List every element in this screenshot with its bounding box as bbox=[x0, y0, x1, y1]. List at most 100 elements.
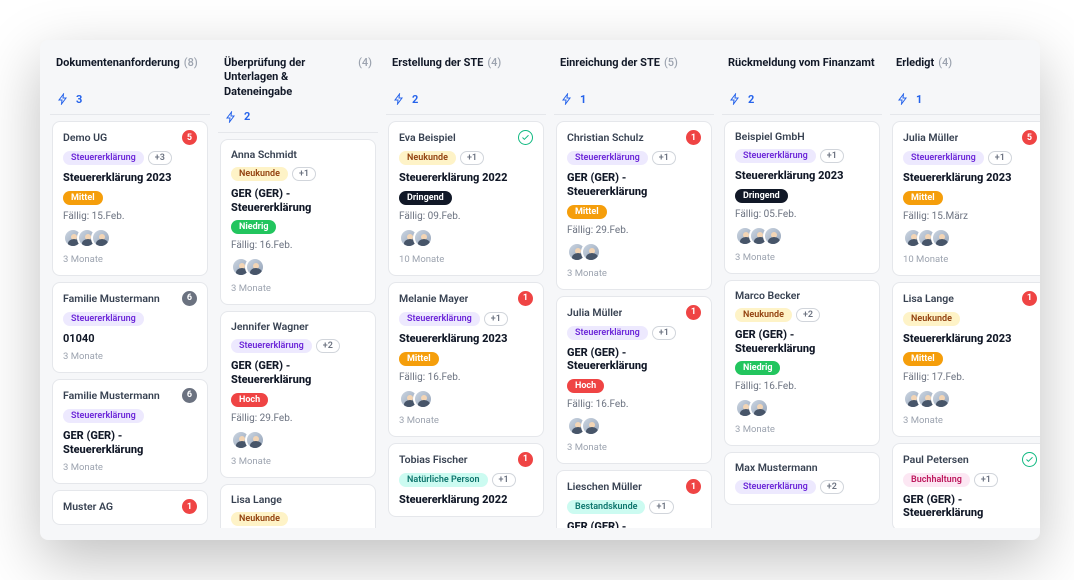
category-tag[interactable]: Steuererklärung bbox=[567, 151, 648, 165]
task-card[interactable]: Christian Schulz1Steuererklärung+1GER (G… bbox=[556, 121, 712, 290]
task-card[interactable]: Julia Müller1Steuererklärung+1GER (GER) … bbox=[556, 296, 712, 465]
tag-row: Steuererklärung +2 bbox=[231, 339, 365, 353]
more-tags-chip[interactable]: +1 bbox=[484, 312, 508, 326]
client-name: Beispiel GmbH bbox=[735, 130, 805, 143]
more-tags-chip[interactable]: +1 bbox=[652, 151, 676, 165]
avatar bbox=[245, 430, 265, 450]
card-header: Eva Beispiel bbox=[399, 130, 533, 145]
assignee-avatars[interactable] bbox=[735, 398, 869, 418]
column-title: Erstellung der STE bbox=[392, 56, 483, 70]
category-tag[interactable]: Natürliche Person bbox=[399, 473, 488, 487]
more-tags-chip[interactable]: +2 bbox=[796, 308, 820, 322]
category-tag[interactable]: Neukunde bbox=[231, 512, 288, 526]
count-badge: 1 bbox=[182, 499, 197, 514]
task-card[interactable]: Muster AG 1 bbox=[52, 490, 208, 525]
more-tags-chip[interactable]: +1 bbox=[292, 167, 316, 181]
more-tags-chip[interactable]: +3 bbox=[148, 151, 172, 165]
assignee-avatars[interactable] bbox=[63, 228, 197, 248]
column-filter-row[interactable]: 1 bbox=[554, 88, 714, 115]
assignee-avatars[interactable] bbox=[567, 416, 701, 436]
category-tag[interactable]: Neukunde bbox=[903, 312, 960, 326]
tag-row: Neukunde +2 bbox=[735, 308, 869, 322]
category-tag[interactable]: Buchhaltung bbox=[903, 473, 970, 487]
due-date: Fällig: 16.Feb. bbox=[735, 381, 869, 392]
priority-badge: Hoch bbox=[231, 393, 268, 407]
column-filter-row[interactable]: 2 bbox=[218, 106, 378, 133]
task-card[interactable]: Familie Mustermann6Steuererklärung010403… bbox=[52, 282, 208, 373]
avatar bbox=[245, 257, 265, 277]
category-tag[interactable]: Bestandskunde bbox=[567, 500, 645, 514]
task-card[interactable]: Paul PetersenBuchhaltung+1GER (GER) - St… bbox=[892, 443, 1040, 529]
category-tag[interactable]: Neukunde bbox=[231, 167, 288, 181]
task-card[interactable]: Demo UG5Steuererklärung+3Steuererklärung… bbox=[52, 121, 208, 276]
assignee-avatars[interactable] bbox=[567, 242, 701, 262]
category-tag[interactable]: Steuererklärung bbox=[567, 326, 648, 340]
more-tags-chip[interactable]: +2 bbox=[820, 480, 844, 494]
column-title: Dokumentenanforderung bbox=[56, 56, 180, 70]
assignee-avatars[interactable] bbox=[903, 389, 1037, 409]
client-name: Muster AG bbox=[63, 500, 113, 513]
task-card[interactable]: Melanie Mayer1Steuererklärung+1Steuererk… bbox=[388, 282, 544, 437]
assignee-avatars[interactable] bbox=[903, 228, 1037, 248]
column-filter-row[interactable]: 1 bbox=[890, 88, 1040, 115]
more-tags-chip[interactable]: +1 bbox=[649, 500, 673, 514]
client-name: Demo UG bbox=[63, 131, 107, 144]
assignee-avatars[interactable] bbox=[399, 389, 533, 409]
count-badge: 5 bbox=[1022, 130, 1037, 145]
column-title: Erledigt bbox=[896, 56, 934, 70]
task-title: GER (GER) - Steuererklärung bbox=[231, 359, 365, 387]
category-tag[interactable]: Steuererklärung bbox=[63, 151, 144, 165]
more-tags-chip[interactable]: +1 bbox=[460, 151, 484, 165]
task-card[interactable]: Anna SchmidtNeukunde+1GER (GER) - Steuer… bbox=[220, 139, 376, 306]
task-card[interactable]: Lisa Lange Neukunde bbox=[220, 484, 376, 528]
category-tag[interactable]: Steuererklärung bbox=[399, 312, 480, 326]
task-card[interactable]: Marco BeckerNeukunde+2GER (GER) - Steuer… bbox=[724, 280, 880, 447]
category-tag[interactable]: Steuererklärung bbox=[903, 151, 984, 165]
category-tag[interactable]: Steuererklärung bbox=[63, 409, 144, 423]
filter-count: 2 bbox=[244, 110, 250, 123]
assignee-avatars[interactable] bbox=[231, 257, 365, 277]
task-card[interactable]: Eva BeispielNeukunde+1Steuererklärung 20… bbox=[388, 121, 544, 276]
task-card[interactable]: Familie Mustermann6SteuererklärungGER (G… bbox=[52, 379, 208, 485]
category-tag[interactable]: Steuererklärung bbox=[63, 312, 144, 326]
column-count: (4) bbox=[938, 56, 952, 69]
category-tag[interactable]: Steuererklärung bbox=[231, 339, 312, 353]
column-cards: Christian Schulz1Steuererklärung+1GER (G… bbox=[554, 121, 714, 528]
avatar bbox=[763, 226, 783, 246]
task-card[interactable]: Max MustermannSteuererklärung+2 bbox=[724, 452, 880, 505]
category-tag[interactable]: Neukunde bbox=[399, 151, 456, 165]
more-tags-chip[interactable]: +2 bbox=[316, 339, 340, 353]
more-tags-chip[interactable]: +1 bbox=[492, 473, 516, 487]
more-tags-chip[interactable]: +1 bbox=[974, 473, 998, 487]
priority-badge: Niedrig bbox=[231, 220, 276, 234]
task-card[interactable]: Julia Müller5Steuererklärung+1Steuererkl… bbox=[892, 121, 1040, 276]
task-card[interactable]: Lieschen Müller1Bestandskunde+1GER (GER)… bbox=[556, 470, 712, 528]
task-card[interactable]: Jennifer Wagner Steuererklärung +2 GER (GER… bbox=[220, 311, 376, 478]
card-header: Lisa Lange bbox=[231, 493, 365, 506]
client-name: Lisa Lange bbox=[903, 292, 954, 305]
task-title: Steuererklärung 2023 bbox=[903, 171, 1037, 185]
assignee-avatars[interactable] bbox=[399, 228, 533, 248]
column-filter-row[interactable]: 3 bbox=[50, 88, 210, 115]
more-tags-chip[interactable]: +1 bbox=[820, 149, 844, 163]
column-filter-row[interactable]: 2 bbox=[386, 88, 546, 115]
category-tag[interactable]: Neukunde bbox=[735, 308, 792, 322]
kanban-column: Überprüfung der Unterlagen & Dateneingab… bbox=[218, 52, 378, 528]
more-tags-chip[interactable]: +1 bbox=[988, 151, 1012, 165]
category-tag[interactable]: Steuererklärung bbox=[735, 149, 816, 163]
task-card[interactable]: Tobias Fischer1Natürliche Person+1Steuer… bbox=[388, 443, 544, 518]
lightning-icon bbox=[896, 92, 910, 106]
assignee-avatars[interactable] bbox=[231, 430, 365, 450]
assignee-avatars[interactable] bbox=[735, 226, 869, 246]
column-cards: Demo UG5Steuererklärung+3Steuererklärung… bbox=[50, 121, 210, 525]
card-header: Anna Schmidt bbox=[231, 148, 365, 161]
column-filter-row[interactable]: 2 bbox=[722, 88, 882, 115]
card-header: Jennifer Wagner bbox=[231, 320, 365, 333]
more-tags-chip[interactable]: +1 bbox=[652, 326, 676, 340]
due-date: Fällig: 16.Feb. bbox=[399, 372, 533, 383]
category-tag[interactable]: Steuererklärung bbox=[735, 480, 816, 494]
card-meta: 10 Monate bbox=[903, 254, 1037, 265]
task-card[interactable]: Beispiel GmbHSteuererklärung+1Steuererkl… bbox=[724, 121, 880, 274]
task-card[interactable]: Lisa Lange1NeukundeSteuererklärung 2023M… bbox=[892, 282, 1040, 437]
filter-count: 2 bbox=[748, 93, 754, 106]
